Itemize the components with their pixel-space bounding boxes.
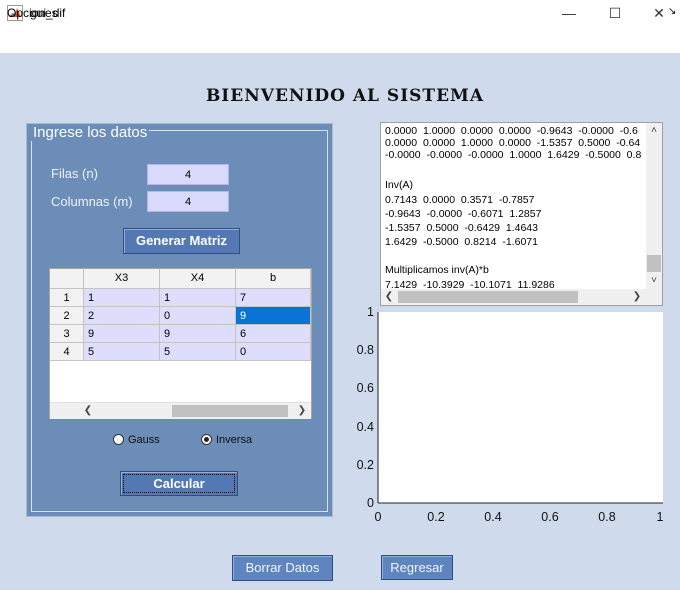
axes-frame [377,312,663,504]
scrollbar-thumb[interactable] [647,255,661,272]
y-tick-label: 0.6 [356,381,374,395]
x-tick-label: 0.4 [484,510,502,524]
x-tick-label: 0.8 [598,510,616,524]
table-cell[interactable]: 9 [160,325,236,343]
y-tick-label: 0.4 [356,420,374,434]
listbox-line: 0.7143 0.0000 0.3571 -0.7857 [385,194,535,206]
maximize-button[interactable]: ☐ [592,0,638,28]
filas-label: Filas (n) [51,166,98,181]
calcular-button[interactable]: Calcular [120,471,238,496]
table-cell[interactable]: 5 [160,343,236,361]
listbox-line: 0.0000 1.0000 0.0000 0.0000 -0.9643 -0.0… [385,125,638,137]
y-tick-label: 0.8 [356,343,374,357]
table-corner [50,269,84,289]
menu-item-opciones[interactable]: Opciones [7,6,58,20]
scroll-right-icon[interactable]: ❯ [294,403,310,419]
scroll-up-icon[interactable]: ˄ [646,123,662,139]
table-cell[interactable]: 0 [160,307,236,325]
minimize-button[interactable]: — [546,0,592,28]
table-cell[interactable]: 5 [84,343,160,361]
listbox-line: -1.5357 0.5000 -0.6429 1.4643 [385,222,538,234]
scroll-left-icon[interactable]: ❮ [80,403,96,419]
listbox-line: -0.0000 -0.0000 -0.0000 1.0000 1.6429 -0… [385,149,642,161]
gauss-radio-label[interactable]: Gauss [128,434,160,446]
column-header[interactable]: b [236,269,311,289]
x-tick-label: 0.6 [541,510,559,524]
table-cell[interactable]: 1 [84,289,160,307]
y-tick-label: 0 [367,496,374,510]
borrar-datos-button[interactable]: Borrar Datos [232,555,333,581]
table-cell[interactable]: 9 [84,325,160,343]
table-cell[interactable]: 7 [236,289,311,307]
row-header[interactable]: 1 [50,289,84,307]
listbox-line: 1.6429 -0.5000 0.8214 -1.6071 [385,236,538,248]
row-header[interactable]: 2 [50,307,84,325]
table-cell[interactable]: 0 [236,343,311,361]
table-cell[interactable]: 6 [236,325,311,343]
table-cell[interactable]: 2 [84,307,160,325]
table-cell[interactable]: 1 [160,289,236,307]
listbox-line: Multiplicamos inv(A)*b [385,264,489,276]
y-tick-label: 0.2 [356,458,374,472]
generar-matriz-button[interactable]: Generar Matriz [123,228,240,254]
scroll-left-icon[interactable]: ❮ [381,289,397,305]
page-title: Bienvenido al Sistema [205,86,485,106]
columnas-label: Columnas (m) [51,194,133,209]
inversa-radio-label[interactable]: Inversa [216,434,252,446]
filas-input[interactable]: 4 [147,164,229,185]
listbox-line: Inv(A) [385,179,414,191]
regresar-button[interactable]: Regresar [381,555,453,580]
panel-title: Ingrese los datos [31,124,150,141]
scrollbar-thumb[interactable] [172,405,288,417]
gauss-radio[interactable] [113,434,124,445]
radio-selected-dot [204,437,209,442]
results-listbox[interactable]: 0.0000 1.0000 0.0000 0.0000 -0.9643 -0.0… [380,122,663,306]
menu-bar [0,28,680,54]
matrix-table[interactable]: X3 X4 b 1 1 1 7 2 2 0 9 3 9 9 6 4 5 5 0 … [49,268,312,419]
scrollbar-thumb[interactable] [398,291,578,303]
column-header[interactable]: X4 [160,269,236,289]
y-tick-label: 1 [367,305,374,319]
row-header[interactable]: 4 [50,343,84,361]
table-horizontal-scrollbar[interactable]: ❮ ❯ [50,402,311,419]
listbox-line: 0.0000 0.0000 1.0000 0.0000 -1.5357 0.50… [385,137,641,149]
x-tick-label: 0.2 [427,510,445,524]
columnas-input[interactable]: 4 [147,191,229,212]
x-tick-label: 1 [656,510,664,524]
table-cell-selected[interactable]: 9 [236,307,311,325]
scroll-down-icon[interactable]: ˅ [646,273,662,289]
x-tick-label: 0 [374,510,382,524]
toolbar-toggle-icon[interactable]: ↘ [668,6,676,17]
row-header[interactable]: 3 [50,325,84,343]
column-header[interactable]: X3 [84,269,160,289]
listbox-line: -0.9643 -0.0000 -0.6071 1.2857 [385,208,542,220]
scroll-right-icon[interactable]: ❯ [629,289,645,305]
